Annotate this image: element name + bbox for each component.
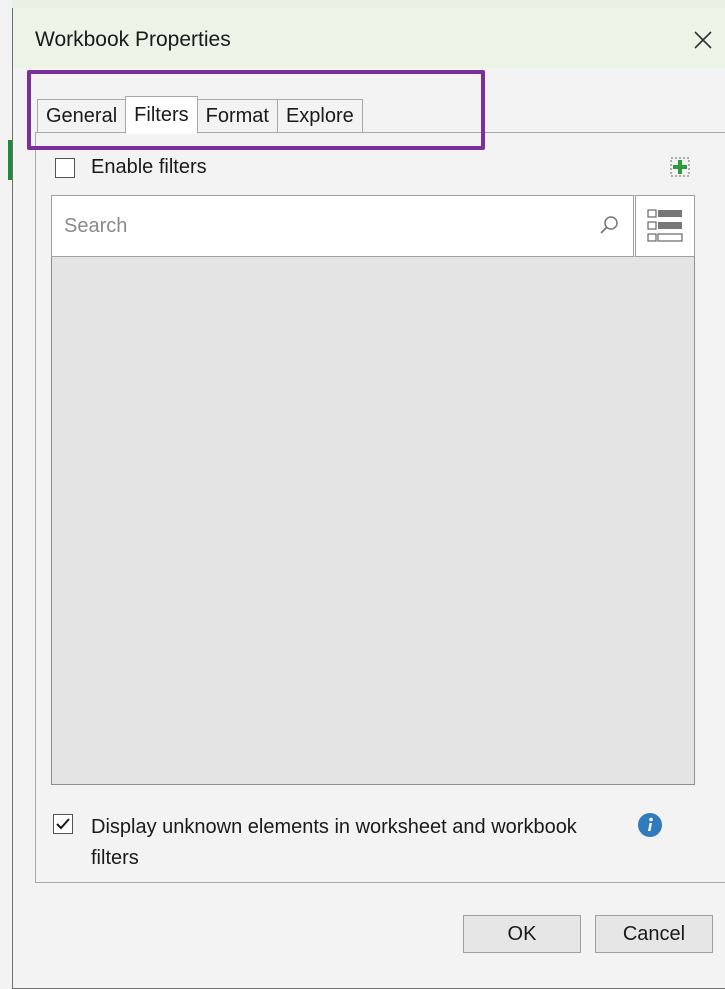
tab-strip: General Filters Format Explore [37,96,363,134]
title-bar: Workbook Properties [13,8,725,68]
search-input[interactable] [52,196,592,256]
enable-filters-label: Enable filters [91,156,207,178]
info-icon[interactable] [637,812,663,838]
dialog-title: Workbook Properties [35,28,231,51]
close-icon [694,31,712,49]
search-field [51,195,635,257]
list-view-button[interactable] [633,195,695,257]
close-button[interactable] [681,18,725,62]
add-filter-icon[interactable] [669,156,691,178]
workbook-properties-dialog: Workbook Properties General Filters Form… [12,8,725,989]
tab-explore[interactable]: Explore [276,99,363,133]
background-strip [0,0,725,8]
display-unknown-checkbox[interactable] [53,814,73,834]
cancel-button[interactable]: Cancel [595,915,713,953]
list-view-icon [647,209,683,242]
ok-button[interactable]: OK [463,915,581,953]
checkmark-icon [56,818,70,830]
filter-list[interactable] [51,257,695,785]
search-icon[interactable] [598,214,620,236]
tab-general[interactable]: General [37,99,126,133]
tab-filters[interactable]: Filters [125,96,198,134]
enable-filters-checkbox[interactable] [55,157,75,178]
tab-format[interactable]: Format [197,99,277,133]
display-unknown-label: Display unknown elements in worksheet an… [91,816,577,869]
enable-filters-row: Enable filters [55,156,207,179]
